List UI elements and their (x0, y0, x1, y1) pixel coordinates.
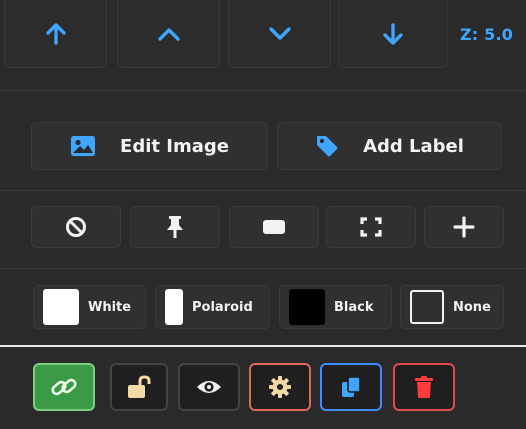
arrow-up-icon (45, 22, 66, 45)
delete-button[interactable] (393, 363, 455, 411)
image-icon (70, 135, 96, 157)
eye-icon (197, 381, 221, 393)
frame-polaroid-label: Polaroid (192, 299, 253, 315)
frame-polaroid-button[interactable]: Polaroid (155, 285, 270, 329)
frame-none-label: None (453, 299, 491, 315)
tag-icon (315, 134, 339, 158)
bring-forward-button[interactable] (117, 0, 220, 68)
visibility-button[interactable] (178, 363, 240, 411)
ban-icon (66, 217, 86, 237)
rectangle-icon (263, 220, 285, 234)
edit-image-button[interactable]: Edit Image (31, 122, 268, 170)
frame-black-button[interactable]: Black (279, 285, 392, 329)
duplicate-button[interactable] (320, 363, 382, 411)
arrow-down-icon (383, 22, 403, 45)
divider (0, 190, 526, 191)
polaroid-swatch (165, 289, 183, 325)
send-to-back-button[interactable] (338, 0, 448, 68)
copy-icon (342, 376, 361, 397)
black-swatch (289, 289, 325, 325)
expand-icon (360, 217, 382, 237)
send-backward-button[interactable] (228, 0, 331, 68)
block-button[interactable] (31, 206, 121, 248)
chevron-up-icon (157, 27, 180, 41)
section-separator (0, 345, 526, 347)
pin-button[interactable] (130, 206, 220, 248)
trash-icon (415, 376, 433, 398)
divider (0, 268, 526, 269)
frame-black-label: Black (334, 299, 374, 315)
add-label-button[interactable]: Add Label (277, 122, 502, 170)
add-button[interactable] (424, 206, 504, 248)
frame-white-label: White (88, 299, 132, 315)
link-icon (51, 378, 77, 396)
edit-image-label: Edit Image (120, 135, 229, 157)
none-swatch (410, 290, 444, 324)
frame-white-button[interactable]: White (33, 285, 146, 329)
chevron-down-icon (268, 26, 291, 40)
unlock-button[interactable] (110, 363, 168, 411)
link-button[interactable] (33, 363, 95, 411)
frame-none-button[interactable]: None (400, 285, 504, 329)
pin-icon (167, 216, 183, 238)
divider (0, 90, 526, 91)
rectangle-button[interactable] (229, 206, 319, 248)
fullscreen-button[interactable] (326, 206, 416, 248)
plus-icon (453, 216, 475, 238)
settings-button[interactable] (249, 363, 311, 411)
unlock-icon (128, 375, 151, 398)
z-index-readout: Z: 5.0 (460, 24, 514, 44)
white-swatch (43, 289, 79, 325)
add-label-label: Add Label (363, 135, 464, 157)
bring-to-front-button[interactable] (4, 0, 107, 68)
gear-icon (269, 376, 291, 398)
element-options-panel: Z: 5.0 Edit Image Add Label White Polaro… (0, 0, 526, 429)
